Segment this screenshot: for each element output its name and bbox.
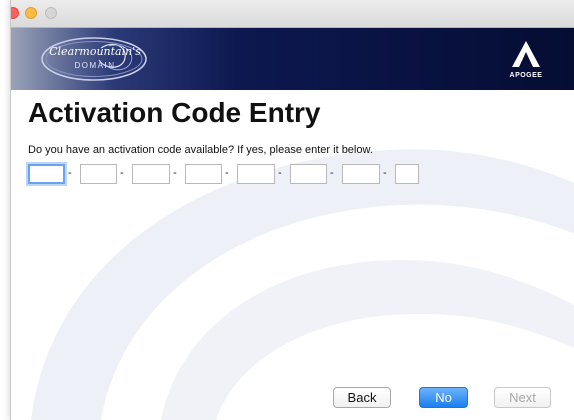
code-separator: - — [383, 167, 387, 179]
code-separator: - — [330, 167, 334, 179]
logo-line-2: DOMAIN — [74, 61, 116, 70]
code-separator: - — [68, 167, 72, 179]
close-window-button[interactable] — [11, 7, 19, 19]
code-field-5[interactable] — [237, 164, 275, 184]
header-banner: Clearmountain's DOMAIN APOGEE — [11, 28, 574, 90]
next-button[interactable]: Next — [494, 387, 551, 408]
maximize-window-button[interactable] — [45, 7, 57, 19]
minimize-window-button[interactable] — [25, 7, 37, 19]
no-button[interactable]: No — [419, 387, 468, 408]
background-swoosh-watermark — [31, 149, 574, 420]
code-separator: - — [278, 167, 282, 179]
code-separator: - — [225, 167, 229, 179]
clearmountains-domain-logo-icon — [41, 37, 147, 81]
code-field-2[interactable] — [80, 164, 117, 184]
code-separator: - — [120, 167, 124, 179]
code-field-3[interactable] — [132, 164, 170, 184]
code-field-6[interactable] — [290, 164, 327, 184]
apogee-logo-icon — [512, 41, 540, 67]
logo-line-1: Clearmountain's — [49, 45, 141, 58]
title-bar — [11, 0, 574, 28]
code-field-7[interactable] — [342, 164, 380, 184]
back-button[interactable]: Back — [333, 387, 391, 408]
code-field-1[interactable] — [28, 164, 65, 184]
code-field-4[interactable] — [185, 164, 222, 184]
installer-window: Clearmountain's DOMAIN APOGEE Activation… — [10, 0, 574, 420]
activation-prompt: Do you have an activation code available… — [28, 144, 373, 156]
code-separator: - — [173, 167, 177, 179]
page-title: Activation Code Entry — [28, 97, 321, 128]
apogee-logo-text: APOGEE — [509, 72, 543, 79]
code-field-8[interactable] — [395, 164, 419, 184]
